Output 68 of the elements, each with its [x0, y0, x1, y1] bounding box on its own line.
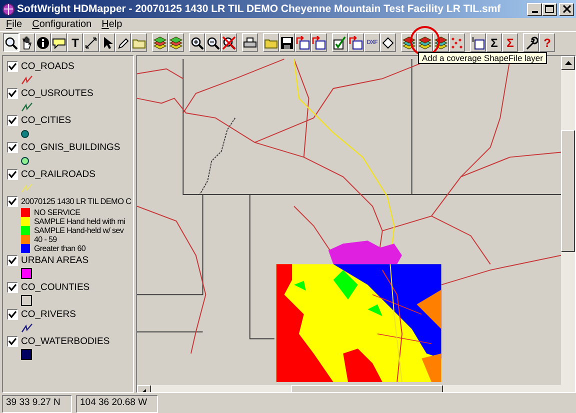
hand-icon — [20, 36, 34, 50]
close-button[interactable] — [559, 2, 574, 16]
pen-icon — [116, 36, 130, 50]
class-label: 40 - 59 — [34, 235, 57, 244]
status-field: 104 36 20.68 W — [76, 395, 158, 413]
menu-item[interactable]: File — [6, 19, 22, 30]
close-icon — [562, 5, 570, 13]
vertical-scrollbar[interactable] — [561, 56, 575, 385]
checkmark-icon — [333, 36, 347, 50]
checkbox[interactable] — [7, 169, 18, 180]
zoom-out-icon — [206, 36, 220, 50]
layer-name: CO_COUNTIES — [21, 282, 90, 293]
info-icon — [36, 36, 50, 50]
zoom-in-icon — [190, 36, 204, 50]
tooltip: Add a coverage ShapeFile layer — [418, 52, 547, 64]
window-arrow-icon — [296, 36, 310, 50]
checkbox[interactable] — [7, 309, 18, 320]
status-field: 39 33 9.27 N — [2, 395, 72, 413]
menu-item[interactable]: Configuration — [32, 19, 92, 30]
diamond-icon — [381, 36, 395, 50]
window-arrow-icon — [312, 36, 326, 50]
speech-bubble-icon — [52, 36, 66, 50]
scroll-up-icon[interactable] — [564, 61, 572, 65]
layer-name: CO_ROADS — [21, 61, 74, 72]
layers-icon — [153, 36, 167, 50]
frame-icon — [471, 36, 485, 50]
layer-name: CO_WATERBODIES — [21, 336, 110, 347]
globe-icon — [2, 2, 15, 16]
checkbox[interactable] — [7, 336, 18, 347]
layer-name: CO_USROUTES — [21, 88, 94, 99]
checkbox[interactable] — [7, 142, 18, 153]
toolbar-button[interactable]: T — [67, 33, 83, 52]
menu-item[interactable]: Help — [102, 19, 122, 30]
checkbox[interactable] — [7, 61, 18, 72]
class-label: SAMPLE Hand-held w/ sev — [34, 226, 124, 235]
toolbar-button[interactable]: Σ — [486, 33, 502, 52]
toolbar-button[interactable] — [3, 33, 19, 52]
checkbox[interactable] — [7, 88, 18, 99]
printer-icon — [243, 36, 257, 50]
checkbox[interactable] — [7, 255, 18, 266]
layers-icon — [418, 36, 432, 50]
dots-icon — [450, 36, 464, 50]
maximize-button[interactable] — [542, 2, 557, 16]
layer-name: 20070125 1430 LR TIL DEMO C — [21, 197, 132, 206]
layers-icon — [434, 36, 448, 50]
maximize-icon — [545, 5, 554, 13]
layers-icon — [402, 36, 416, 50]
class-label: NO SERVICE — [34, 208, 80, 217]
layers-icon — [169, 36, 183, 50]
checkbox[interactable] — [7, 115, 18, 126]
layer-name: CO_RAILROADS — [21, 169, 96, 180]
checkbox[interactable] — [7, 282, 18, 293]
search-icon — [4, 36, 18, 50]
layer-name: CO_CITIES — [21, 115, 72, 126]
window-arrow-icon — [349, 36, 363, 50]
layer-name: URBAN AREAS — [21, 255, 89, 266]
crossed-magnifier-icon — [222, 36, 236, 50]
layer-name: CO_RIVERS — [21, 309, 76, 320]
toolbar-button[interactable]: Σ — [502, 33, 518, 52]
toolbar-button[interactable]: ? — [539, 33, 555, 52]
class-label: SAMPLE Hand held with mi — [34, 217, 126, 226]
minimize-button[interactable] — [527, 2, 542, 16]
diagonal-arrow-icon — [84, 36, 98, 50]
class-label: Greater than 60 — [34, 244, 86, 253]
wrench-icon — [524, 36, 538, 50]
checkbox[interactable] — [7, 196, 18, 207]
layer-name: CO_GNIS_BUILDINGS — [21, 142, 120, 153]
window-title: SoftWright HDMapper - 20070125 1430 LR TIL DEMO Cheyenne Mountain Test Facility LR TIL.smf — [17, 3, 502, 15]
